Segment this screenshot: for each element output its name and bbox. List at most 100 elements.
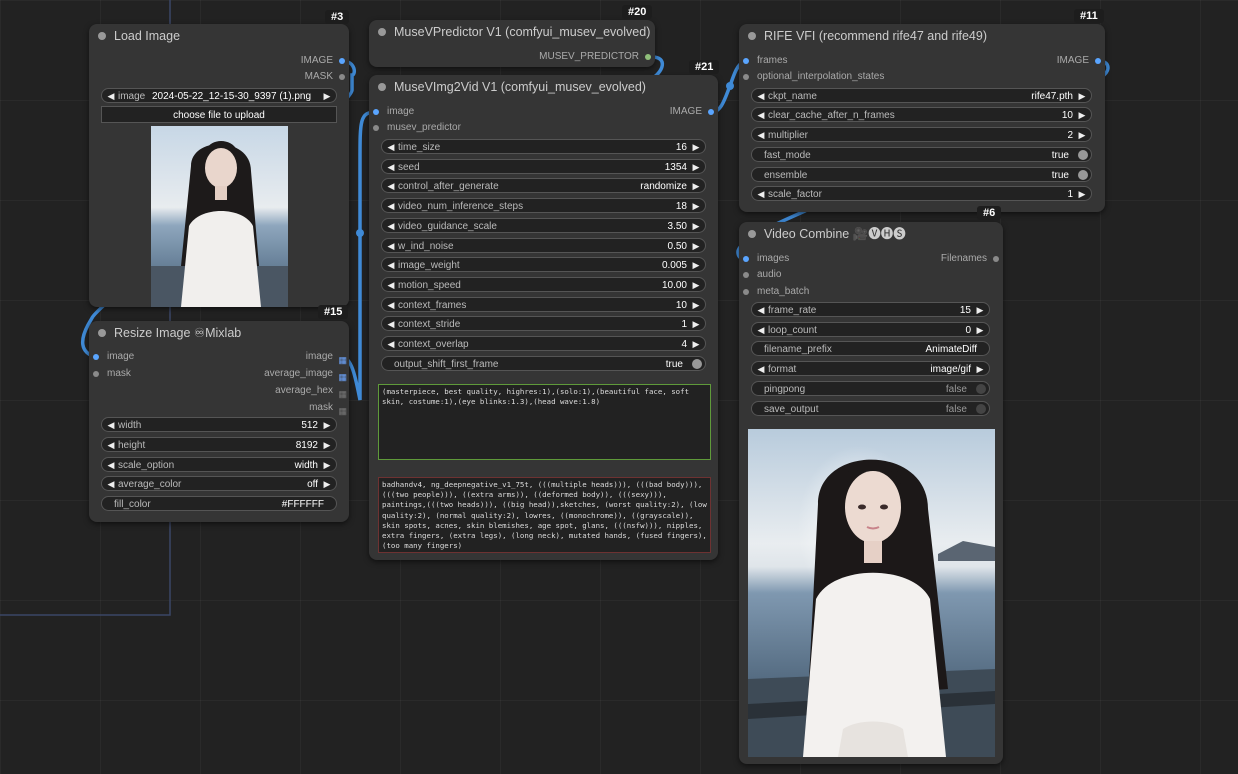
output-slot-mask[interactable]: MASK <box>305 70 349 84</box>
output-slot-average-hex[interactable]: average_hex ▦ <box>275 384 349 398</box>
node-title-bar[interactable]: Resize Image ♾Mixlab <box>89 321 349 345</box>
image-combo[interactable]: ◀ image 2024-05-22_12-15-30_9397 (1).png… <box>101 88 337 103</box>
context-stride-widget[interactable]: ◀context_stride1▶ <box>381 316 706 331</box>
output-slot-musev-predictor[interactable]: MUSEV_PREDICTOR <box>539 50 655 64</box>
ckpt-name-combo[interactable]: ◀ ckpt_name rife47.pth ▶ <box>751 88 1092 103</box>
format-combo[interactable]: ◀ format image/gif ▶ <box>751 361 990 376</box>
increment-arrow-icon[interactable]: ▶ <box>321 438 333 452</box>
decrement-arrow-icon[interactable]: ◀ <box>755 303 767 317</box>
toggle-knob-icon[interactable] <box>976 384 986 394</box>
output-slot-average-image[interactable]: average_image ▦ <box>264 367 349 381</box>
grid-slot-icon[interactable]: ▦ <box>338 353 346 367</box>
increment-arrow-icon[interactable]: ▶ <box>974 362 986 376</box>
control-after-generate-widget[interactable]: ◀control_after_generaterandomize▶ <box>381 178 706 193</box>
increment-arrow-icon[interactable]: ▶ <box>690 179 702 193</box>
node-title-bar[interactable]: RIFE VFI (recommend rife47 and rife49) <box>739 24 1105 48</box>
decrement-arrow-icon[interactable]: ◀ <box>755 108 767 122</box>
grid-slot-icon[interactable]: ▦ <box>338 370 346 384</box>
decrement-arrow-icon[interactable]: ◀ <box>755 323 767 337</box>
resize-image-node[interactable]: Resize Image ♾Mixlab image mask image ▦ … <box>89 321 349 522</box>
toggle-knob-icon[interactable] <box>1078 150 1088 160</box>
decrement-arrow-icon[interactable]: ◀ <box>385 160 397 174</box>
output-dot-icon[interactable] <box>645 54 651 60</box>
input-dot-icon[interactable] <box>93 354 99 360</box>
collapse-dot-icon[interactable] <box>378 28 386 36</box>
upload-button[interactable]: choose file to upload <box>101 106 337 123</box>
average-color-combo[interactable]: ◀ average_color off ▶ <box>101 476 337 491</box>
decrement-arrow-icon[interactable]: ◀ <box>755 362 767 376</box>
increment-arrow-icon[interactable]: ▶ <box>690 199 702 213</box>
input-dot-icon[interactable] <box>373 109 379 115</box>
context-overlap-widget[interactable]: ◀context_overlap4▶ <box>381 336 706 351</box>
time-size-widget[interactable]: ◀time_size16▶ <box>381 139 706 154</box>
increment-arrow-icon[interactable]: ▶ <box>690 278 702 292</box>
increment-arrow-icon[interactable]: ▶ <box>974 303 986 317</box>
decrement-arrow-icon[interactable]: ◀ <box>755 128 767 142</box>
increment-arrow-icon[interactable]: ▶ <box>1076 108 1088 122</box>
decrement-arrow-icon[interactable]: ◀ <box>385 317 397 331</box>
grid-slot-icon[interactable]: ▦ <box>338 404 346 418</box>
input-dot-icon[interactable] <box>743 272 749 278</box>
increment-arrow-icon[interactable]: ▶ <box>321 458 333 472</box>
context-frames-widget[interactable]: ◀context_frames10▶ <box>381 297 706 312</box>
output-dot-icon[interactable] <box>993 256 999 262</box>
input-slot-optional-interpolation-states[interactable]: optional_interpolation_states <box>739 70 884 84</box>
clear-cache-widget[interactable]: ◀ clear_cache_after_n_frames 10 ▶ <box>751 107 1092 122</box>
node-title-bar[interactable]: MuseVPredictor V1 (comfyui_musev_evolved… <box>369 20 655 44</box>
frame-rate-widget[interactable]: ◀ frame_rate 15 ▶ <box>751 302 990 317</box>
input-slot-musev-predictor[interactable]: musev_predictor <box>369 121 461 135</box>
motion-speed-widget[interactable]: ◀motion_speed10.00▶ <box>381 277 706 292</box>
decrement-arrow-icon[interactable]: ◀ <box>385 298 397 312</box>
node-title-bar[interactable]: Load Image <box>89 24 349 48</box>
decrement-arrow-icon[interactable]: ◀ <box>755 187 767 201</box>
decrement-arrow-icon[interactable]: ◀ <box>385 179 397 193</box>
scale-factor-widget[interactable]: ◀ scale_factor 1 ▶ <box>751 186 1092 201</box>
increment-arrow-icon[interactable]: ▶ <box>690 219 702 233</box>
input-slot-image[interactable]: image <box>369 105 414 119</box>
increment-arrow-icon[interactable]: ▶ <box>1076 128 1088 142</box>
decrement-arrow-icon[interactable]: ◀ <box>385 199 397 213</box>
increment-arrow-icon[interactable]: ▶ <box>321 418 333 432</box>
rife-vfi-node[interactable]: RIFE VFI (recommend rife47 and rife49) f… <box>739 24 1105 212</box>
video-guidance-scale-widget[interactable]: ◀video_guidance_scale3.50▶ <box>381 218 706 233</box>
fast-mode-toggle[interactable]: fast_mode true <box>751 147 1092 162</box>
increment-arrow-icon[interactable]: ▶ <box>690 337 702 351</box>
musev-predictor-node[interactable]: MuseVPredictor V1 (comfyui_musev_evolved… <box>369 20 655 67</box>
w-ind-noise-widget[interactable]: ◀w_ind_noise0.50▶ <box>381 238 706 253</box>
output-dot-icon[interactable] <box>1095 58 1101 64</box>
decrement-arrow-icon[interactable]: ◀ <box>105 89 117 103</box>
output-slot-image[interactable]: IMAGE <box>1057 54 1105 68</box>
output-dot-icon[interactable] <box>708 109 714 115</box>
output-dot-icon[interactable] <box>339 74 345 80</box>
node-title-bar[interactable]: Video Combine 🎥🅥🅗🅢 <box>739 222 1003 246</box>
input-slot-image[interactable]: image <box>89 350 134 364</box>
decrement-arrow-icon[interactable]: ◀ <box>385 278 397 292</box>
collapse-dot-icon[interactable] <box>378 83 386 91</box>
loop-count-widget[interactable]: ◀ loop_count 0 ▶ <box>751 322 990 337</box>
input-slot-images[interactable]: images <box>739 252 789 266</box>
scale-option-combo[interactable]: ◀ scale_option width ▶ <box>101 457 337 472</box>
increment-arrow-icon[interactable]: ▶ <box>690 298 702 312</box>
output-slot-image[interactable]: IMAGE <box>301 54 349 68</box>
increment-arrow-icon[interactable]: ▶ <box>690 239 702 253</box>
input-dot-icon[interactable] <box>743 74 749 80</box>
input-dot-icon[interactable] <box>373 125 379 131</box>
height-widget[interactable]: ◀ height 8192 ▶ <box>101 437 337 452</box>
output-slot-mask[interactable]: mask ▦ <box>309 401 349 415</box>
decrement-arrow-icon[interactable]: ◀ <box>755 89 767 103</box>
save-output-toggle[interactable]: save_output false <box>751 401 990 416</box>
input-dot-icon[interactable] <box>93 371 99 377</box>
pingpong-toggle[interactable]: pingpong false <box>751 381 990 396</box>
collapse-dot-icon[interactable] <box>748 32 756 40</box>
output-slot-filenames[interactable]: Filenames <box>941 252 1003 266</box>
increment-arrow-icon[interactable]: ▶ <box>690 317 702 331</box>
input-dot-icon[interactable] <box>743 289 749 295</box>
increment-arrow-icon[interactable]: ▶ <box>321 89 333 103</box>
load-image-node[interactable]: Load Image IMAGE MASK ◀ image 2024-05-22… <box>89 24 349 307</box>
output-slot-image[interactable]: image ▦ <box>306 350 349 364</box>
toggle-knob-icon[interactable] <box>976 404 986 414</box>
filename-prefix-field[interactable]: filename_prefix AnimateDiff <box>751 341 990 356</box>
input-dot-icon[interactable] <box>743 58 749 64</box>
decrement-arrow-icon[interactable]: ◀ <box>105 418 117 432</box>
toggle-knob-icon[interactable] <box>1078 170 1088 180</box>
